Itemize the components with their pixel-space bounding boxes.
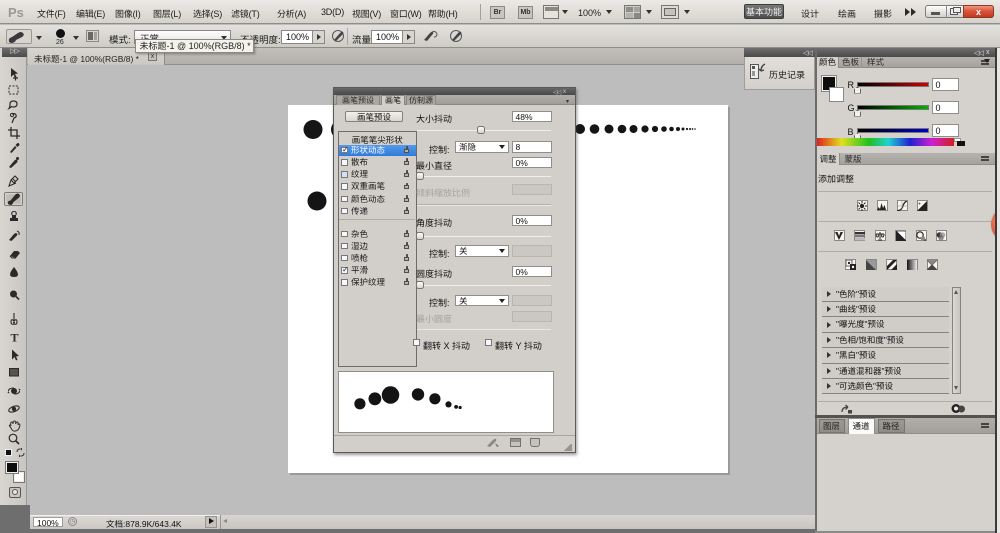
svg-text:+: + (918, 202, 921, 208)
svg-text:T: T (11, 331, 19, 345)
